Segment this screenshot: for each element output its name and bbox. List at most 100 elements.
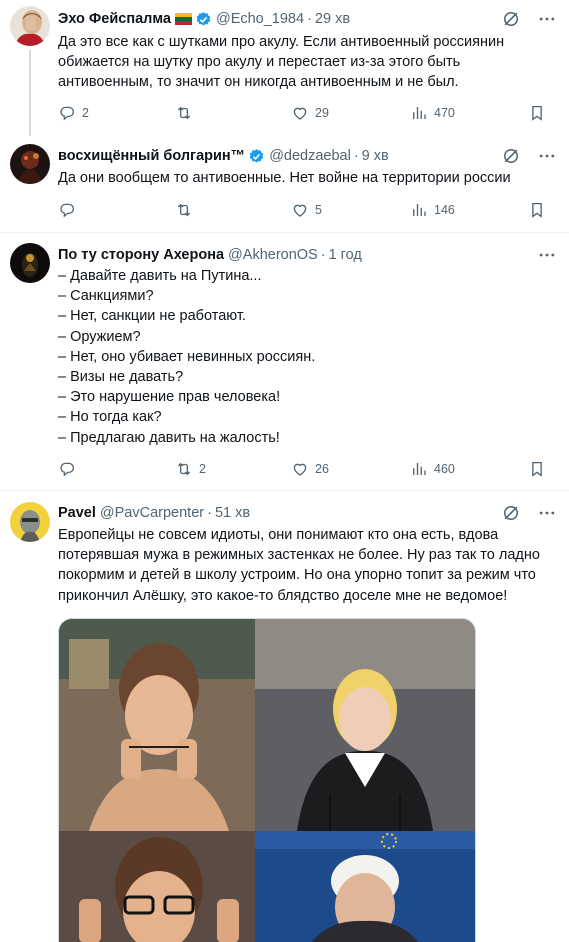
views-button[interactable]: 470 — [410, 104, 455, 122]
bookmark-button[interactable] — [528, 201, 546, 219]
bookmark-icon — [528, 201, 546, 219]
tweet-actions: 2 26 460 — [58, 460, 558, 480]
retweet-icon — [175, 104, 193, 122]
reply-button[interactable]: 2 — [58, 104, 89, 122]
retweet-icon — [175, 460, 193, 478]
text-line: покормим и детей в школу устроим. Но она… — [58, 567, 536, 584]
divider — [0, 232, 569, 233]
text-line: – Оружием? — [58, 328, 141, 345]
separator-dot: · — [320, 247, 326, 263]
tweet-text: Да они вообщем то антивоенные. Нет войне… — [58, 168, 563, 188]
grok-icon[interactable] — [501, 146, 521, 166]
like-button[interactable]: 5 — [291, 201, 322, 219]
tweet-header: Pavel @PavCarpenter · 51 хв — [58, 503, 250, 523]
views-icon — [410, 104, 428, 122]
tweet-header-actions — [501, 9, 557, 29]
like-button[interactable]: 26 — [291, 460, 329, 478]
tweet-media-image[interactable] — [58, 618, 476, 942]
timestamp[interactable]: 51 хв — [215, 505, 250, 521]
lithuania-flag-icon — [174, 13, 192, 25]
views-button[interactable]: 460 — [410, 460, 455, 478]
like-icon — [291, 104, 309, 122]
like-count: 5 — [315, 203, 322, 217]
reply-button[interactable] — [58, 201, 82, 219]
divider — [0, 490, 569, 491]
tweet-text: Европейцы не совсем идиоты, они понимают… — [58, 525, 563, 606]
reply-button[interactable] — [58, 460, 82, 478]
text-line: – Предлагаю давить на жалость! — [58, 429, 280, 446]
grok-icon[interactable] — [501, 9, 521, 29]
text-line: – Но тогда как? — [58, 409, 162, 426]
separator-dot: · — [207, 505, 212, 521]
timestamp[interactable]: 9 хв — [362, 148, 389, 164]
bookmark-icon — [528, 460, 546, 478]
bookmark-button[interactable] — [528, 460, 546, 478]
views-icon — [410, 460, 428, 478]
text-line: – Это нарушение прав человека! — [58, 389, 281, 406]
views-count: 460 — [434, 462, 455, 476]
thread-connector — [29, 50, 31, 136]
text-line: – Нет, оно убивает невинных россиян. — [58, 348, 316, 365]
tweet-header: По ту сторону Ахерона @AkheronOS · 1 год — [58, 245, 362, 265]
views-count: 470 — [434, 106, 455, 120]
tweet-header-actions — [501, 146, 557, 166]
grok-icon[interactable] — [501, 503, 521, 523]
retweet-icon — [175, 201, 193, 219]
text-line: потерявшая мужа в режимных застенках не … — [58, 547, 540, 564]
text-line: обижается на шутку про акулу и перестает… — [58, 54, 461, 71]
verified-badge-icon — [248, 148, 265, 165]
tweet-header: восхищённый болгарин™ @dedzaebal · 9 хв — [58, 146, 389, 166]
text-line: – Визы не давать? — [58, 369, 184, 386]
handle[interactable]: @dedzaebal — [269, 148, 351, 164]
bookmark-button[interactable] — [528, 104, 546, 122]
views-icon — [410, 201, 428, 219]
separator-dot: · — [353, 148, 359, 164]
avatar[interactable] — [10, 243, 50, 283]
handle[interactable]: @AkheronOS — [228, 247, 318, 263]
tweet-header: Эхо Фейспалма @Echo_1984 · 29 хв — [58, 9, 350, 29]
text-line: Европейцы не совсем идиоты, они понимают… — [58, 527, 499, 543]
separator-dot: · — [307, 11, 312, 27]
handle[interactable]: @Echo_1984 — [216, 11, 304, 27]
avatar[interactable] — [10, 144, 50, 184]
like-icon — [291, 201, 309, 219]
text-line: – Нет, санкции не работают. — [58, 308, 246, 325]
tweet-header-actions — [537, 245, 557, 265]
retweet-button[interactable]: 2 — [175, 460, 206, 478]
avatar[interactable] — [10, 502, 50, 542]
more-icon[interactable] — [537, 9, 557, 29]
avatar[interactable] — [10, 6, 50, 46]
handle[interactable]: @PavCarpenter — [100, 505, 204, 521]
reply-icon — [58, 104, 76, 122]
tweet-actions: 5 146 — [58, 201, 558, 221]
display-name[interactable]: Pavel — [58, 505, 96, 521]
like-button[interactable]: 29 — [291, 104, 329, 122]
display-name[interactable]: По ту сторону Ахерона — [58, 247, 224, 263]
retweet-button[interactable] — [175, 201, 199, 219]
views-button[interactable]: 146 — [410, 201, 455, 219]
reply-icon — [58, 460, 76, 478]
tweet-actions: 2 29 470 — [58, 104, 558, 124]
views-count: 146 — [434, 203, 455, 217]
retweet-button[interactable] — [175, 104, 199, 122]
reply-icon — [58, 201, 76, 219]
more-icon[interactable] — [537, 245, 557, 265]
text-line: антивоенным, то значит он никогда антиво… — [58, 74, 459, 91]
tweet-text: Да это все как с шутками про акулу. Если… — [58, 32, 563, 93]
more-icon[interactable] — [537, 146, 557, 166]
tweet-text: – Давайте давить на Путина... – Санкциям… — [58, 266, 563, 448]
text-line: – Санкциями? — [58, 288, 154, 305]
timestamp[interactable]: 1 год — [329, 247, 362, 263]
display-name[interactable]: восхищённый болгарин™ — [58, 148, 245, 164]
like-icon — [291, 460, 309, 478]
text-line: Да это все как с шутками про акулу. Если… — [58, 34, 505, 50]
verified-badge-icon — [195, 11, 212, 28]
bookmark-icon — [528, 104, 546, 122]
timestamp[interactable]: 29 хв — [315, 11, 350, 27]
like-count: 29 — [315, 106, 329, 120]
more-icon[interactable] — [537, 503, 557, 523]
display-name[interactable]: Эхо Фейспалма — [58, 11, 171, 27]
text-line: – Давайте давить на Путина... — [58, 268, 262, 284]
text-line: Да они вообщем то антивоенные. Нет войне… — [58, 170, 511, 186]
reply-count: 2 — [82, 106, 89, 120]
